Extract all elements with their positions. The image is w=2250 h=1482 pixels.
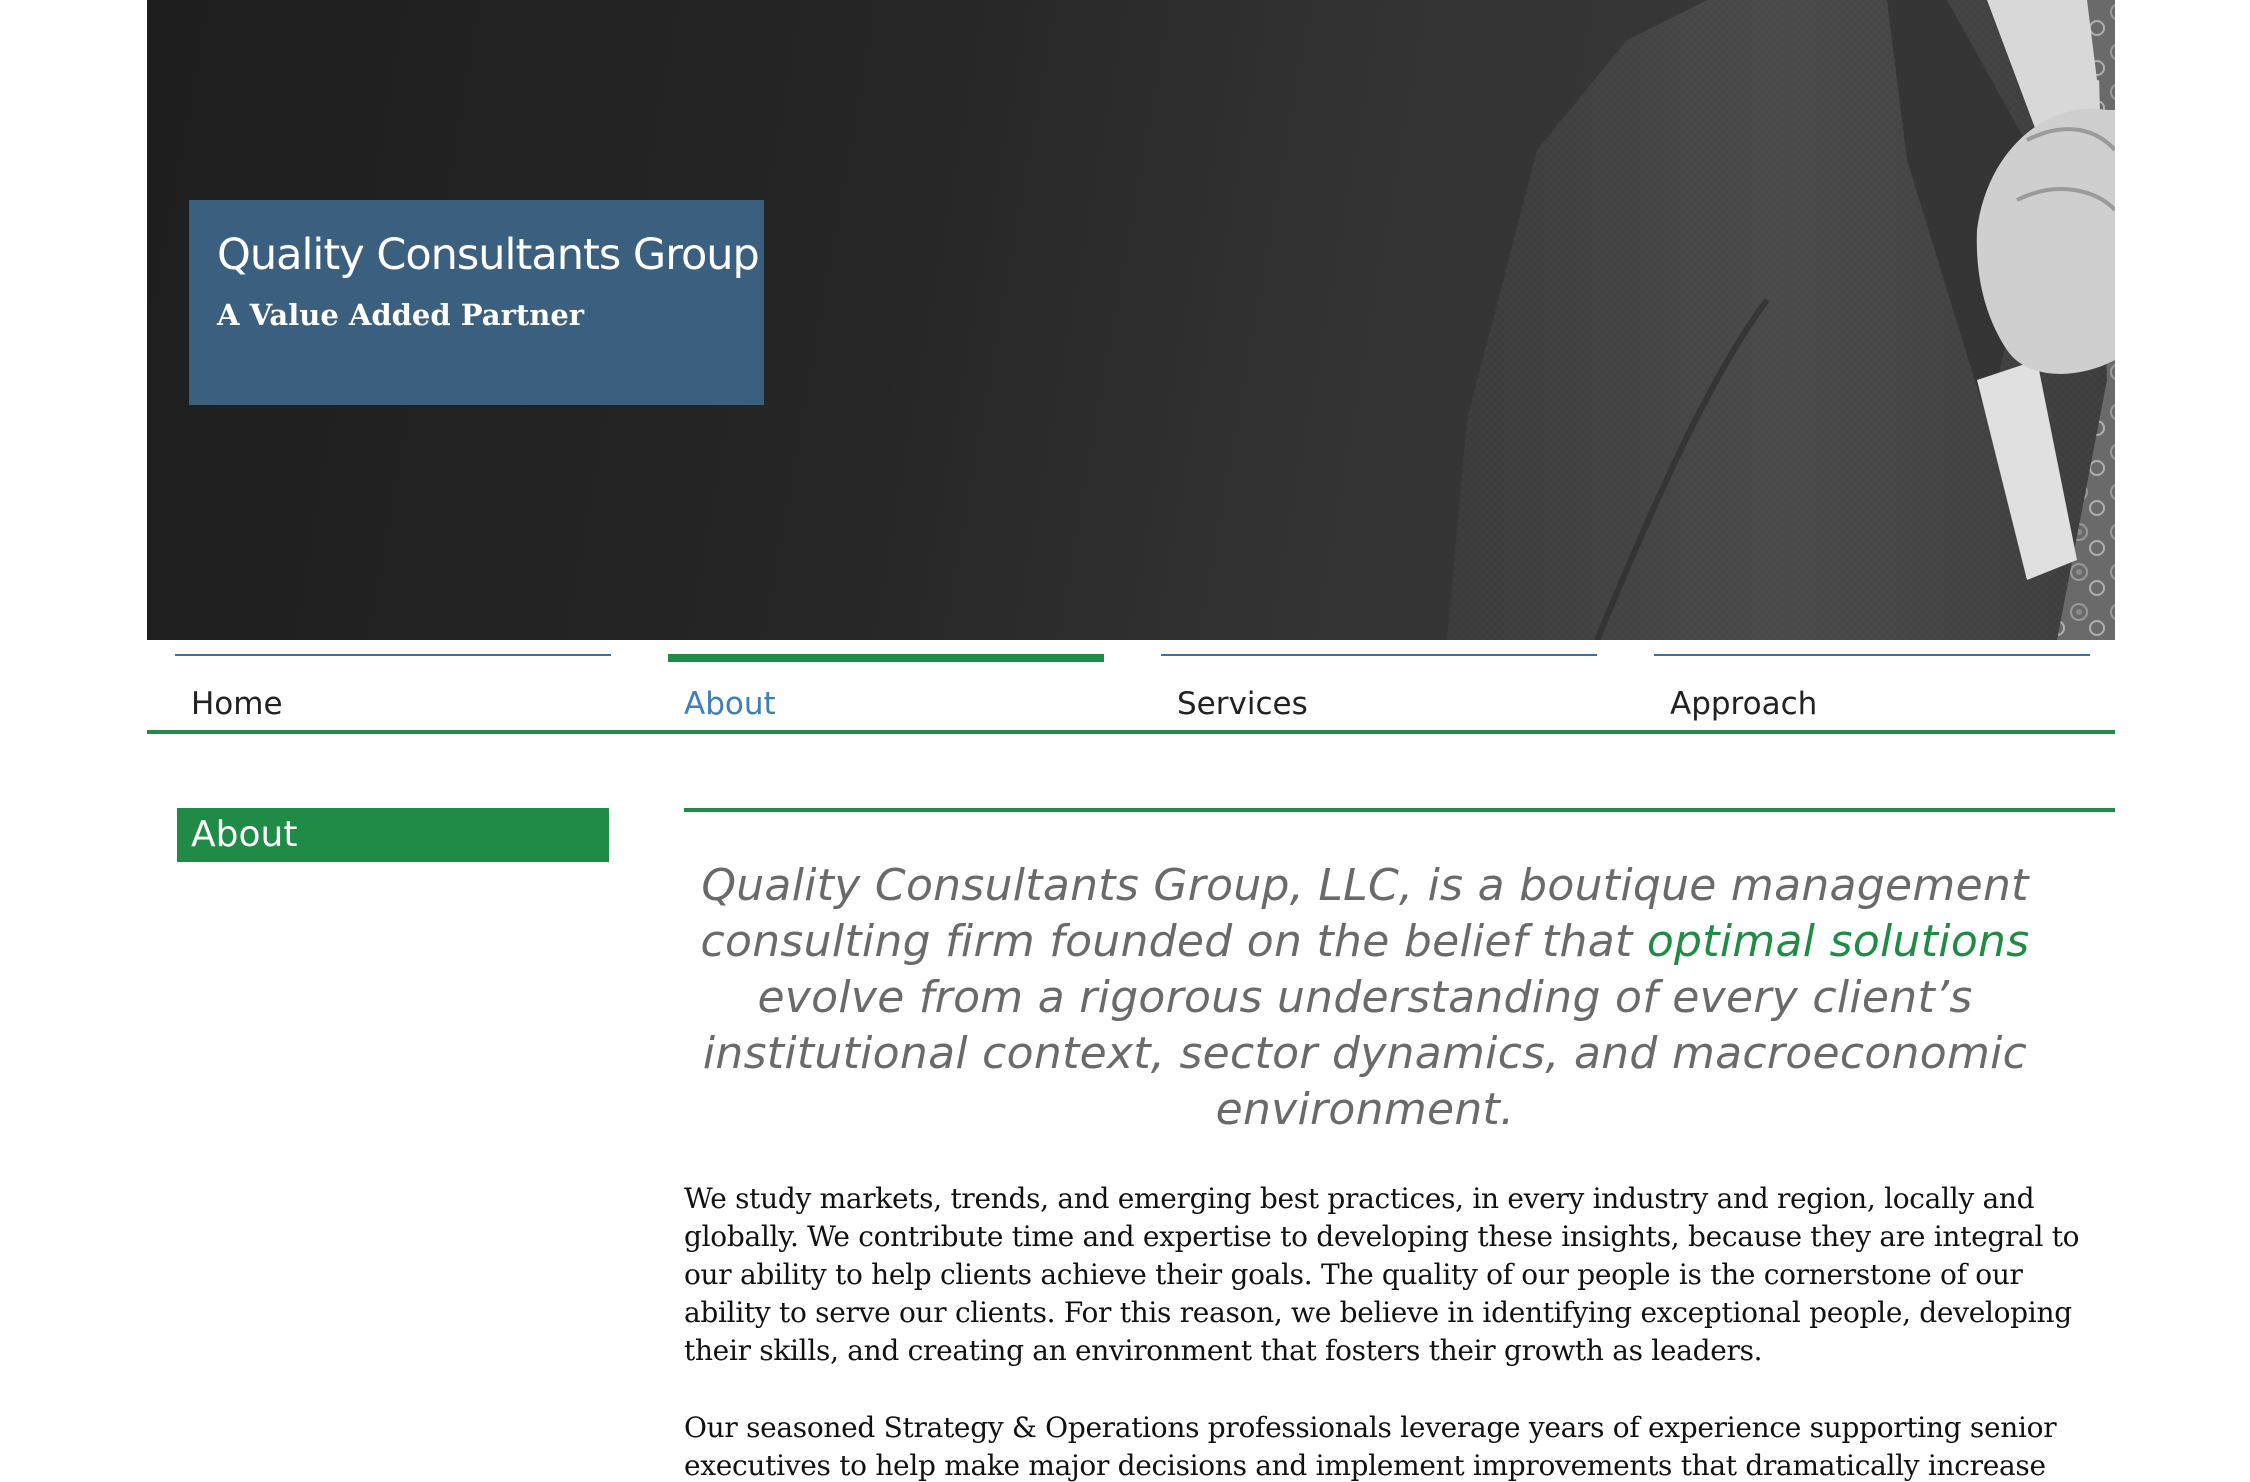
- lead-statement: Quality Consultants Group, LLC, is a bou…: [700, 858, 2030, 1138]
- nav-item-label: Approach: [1670, 686, 1818, 722]
- main-nav: Home About Services Approach: [147, 640, 2115, 734]
- nav-item-indicator: [175, 654, 611, 656]
- hero-banner: Quality Consultants Group A Value Added …: [147, 0, 2115, 640]
- nav-item-indicator: [1654, 654, 2090, 656]
- site-title-box: Quality Consultants Group A Value Added …: [189, 200, 764, 405]
- nav-item-services[interactable]: Services: [1161, 654, 1597, 724]
- nav-item-label: About: [684, 686, 776, 722]
- nav-item-indicator: [1161, 654, 1597, 656]
- nav-item-active-indicator: [668, 654, 1104, 662]
- body-paragraph-2: Our seasoned Strategy & Operations profe…: [684, 1411, 2057, 1482]
- lead-text-part2: evolve from a rigorous understanding of …: [702, 972, 2028, 1135]
- site-title[interactable]: Quality Consultants Group: [217, 230, 764, 282]
- nav-item-label: Home: [191, 686, 283, 722]
- lead-highlight: optimal solutions: [1646, 916, 2030, 967]
- sidebar-heading: About: [177, 808, 609, 862]
- nav-item-home[interactable]: Home: [175, 654, 611, 724]
- body-paragraph-1: We study markets, trends, and emerging b…: [684, 1182, 2080, 1367]
- nav-item-about[interactable]: About: [668, 654, 1104, 724]
- nav-divider: [147, 730, 2115, 734]
- nav-item-label: Services: [1177, 686, 1308, 722]
- site-tagline: A Value Added Partner: [217, 297, 585, 332]
- nav-item-approach[interactable]: Approach: [1654, 654, 2090, 724]
- content-divider: [684, 808, 2115, 812]
